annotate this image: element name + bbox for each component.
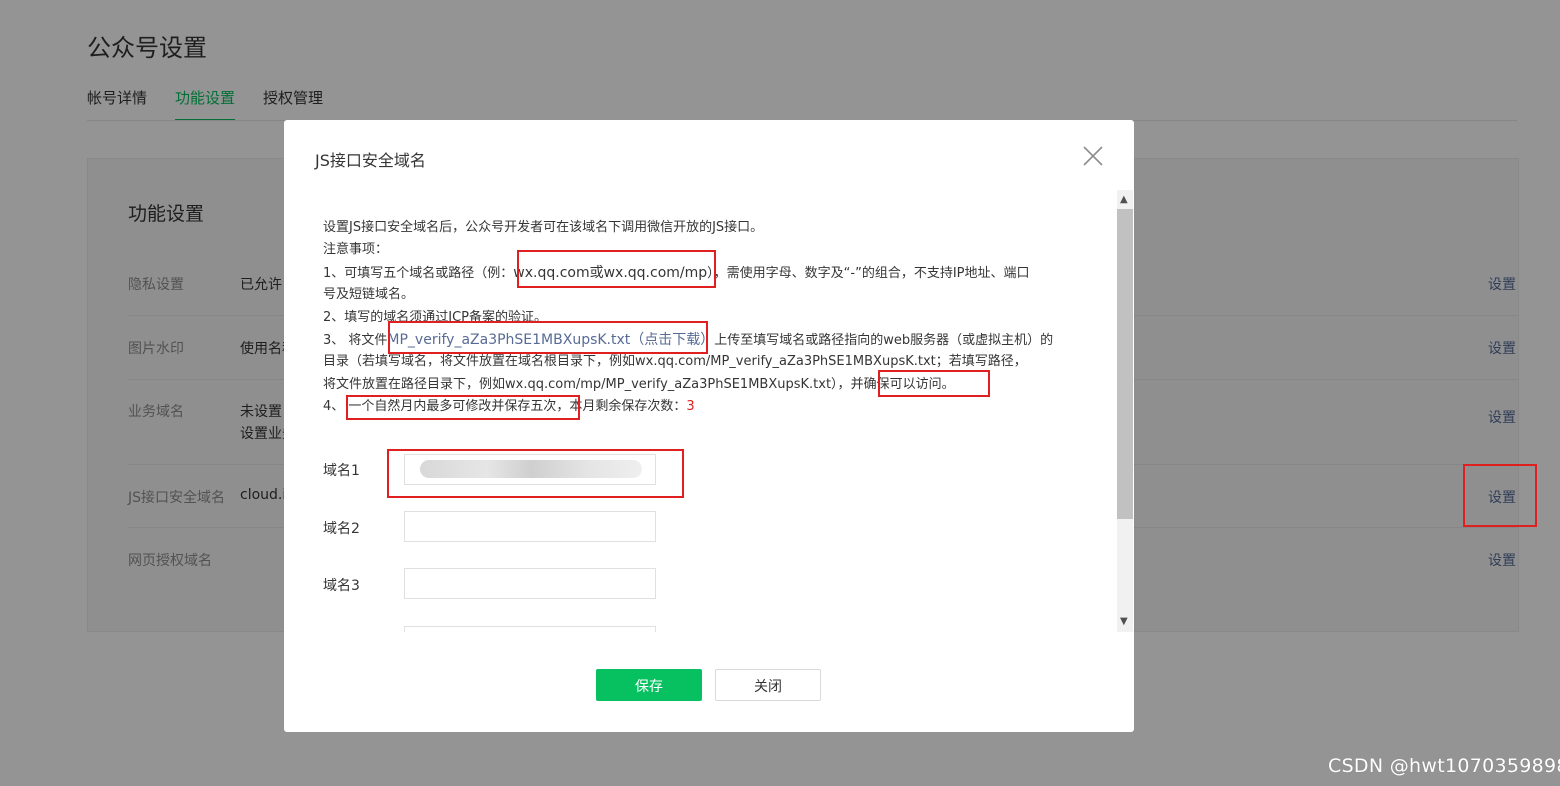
domain-3-label: 域名3 xyxy=(323,578,360,594)
notice-item-1-cont: 号及短链域名。 xyxy=(323,287,415,302)
annotation-box xyxy=(878,370,990,397)
notice-item-3-prefix: 3、 将文件 xyxy=(323,333,388,348)
annotation-box xyxy=(387,449,684,498)
notice-item-1-prefix: 1、可填写五个域名或路径（例： xyxy=(323,266,514,281)
scroll-up-icon[interactable]: ▲ xyxy=(1120,194,1128,205)
notice-item-4-remaining: 本月剩余保存次数： xyxy=(569,399,687,414)
domain-2-input[interactable] xyxy=(404,511,656,542)
annotation-box xyxy=(1463,464,1537,527)
remaining-count: 3 xyxy=(686,399,695,414)
domain-1-label: 域名1 xyxy=(323,463,360,479)
annotation-box xyxy=(346,395,580,420)
close-icon[interactable] xyxy=(1081,144,1105,168)
watermark-text: CSDN @hwt1070359898 xyxy=(1328,755,1560,777)
js-domain-dialog: JS接口安全域名 设置JS接口安全域名后，公众号开发者可在该域名下调用微信开放的… xyxy=(284,120,1134,732)
dialog-title: JS接口安全域名 xyxy=(315,151,426,170)
save-button[interactable]: 保存 xyxy=(596,669,702,701)
domain-2-label: 域名2 xyxy=(323,521,360,537)
notice-item-3-path: 将文件放置在路径目录下，例如wx.qq.com/mp/MP_verify_aZa… xyxy=(323,377,851,392)
notice-item-3-cont2: 将文件放置在路径目录下，例如wx.qq.com/mp/MP_verify_aZa… xyxy=(323,376,955,394)
domain-3-input[interactable] xyxy=(404,568,656,599)
notice-item-3-suffix: 上传至填写域名或路径指向的web服务器（或虚拟主机）的 xyxy=(714,333,1054,348)
intro-text: 设置JS接口安全域名后，公众号开发者可在该域名下调用微信开放的JS接口。 xyxy=(323,220,764,235)
dialog-body: 设置JS接口安全域名后，公众号开发者可在该域名下调用微信开放的JS接口。 注意事… xyxy=(284,190,1134,632)
annotation-box xyxy=(517,250,716,288)
domain-4-input[interactable] xyxy=(404,626,656,632)
close-button[interactable]: 关闭 xyxy=(715,669,821,701)
notice-title: 注意事项： xyxy=(323,242,389,257)
annotation-box xyxy=(388,321,708,354)
notice-item-1-suffix: ），需使用字母、数字及“-”的组合，不支持IP地址、端口 xyxy=(707,266,1030,281)
scroll-down-icon[interactable]: ▼ xyxy=(1120,616,1128,627)
notice-item-3-cont: 目录（若填写域名，将文件放置在域名根目录下，例如wx.qq.com/MP_ver… xyxy=(323,354,1027,369)
scrollbar-thumb[interactable] xyxy=(1117,209,1133,519)
